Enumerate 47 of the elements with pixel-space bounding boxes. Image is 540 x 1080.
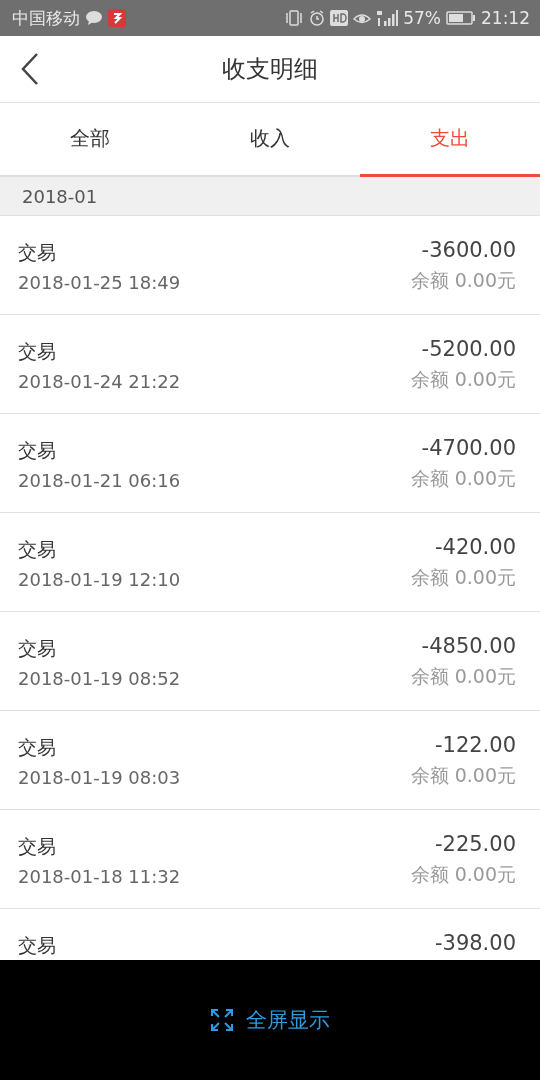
clock-time: 21:12 xyxy=(481,8,530,28)
expand-icon xyxy=(210,1008,234,1032)
transaction-date: 2018-01-19 08:52 xyxy=(18,668,181,689)
balance-text: 余额 0.00元 xyxy=(410,367,516,392)
transaction-date: 2018-01-24 21:22 xyxy=(18,371,181,392)
transaction-date: 2018-01-19 12:10 xyxy=(18,569,181,590)
transaction-amount: -398.00 xyxy=(434,931,516,955)
transaction-amount: -4700.00 xyxy=(421,436,516,460)
transaction-title: 交易 xyxy=(18,240,57,265)
signal-icon xyxy=(376,9,399,27)
balance-text: 余额 0.00元 xyxy=(410,565,516,590)
alarm-clock-icon xyxy=(309,10,326,26)
month-header: 2018-01 xyxy=(0,177,540,216)
balance-text: 余额 0.00元 xyxy=(410,466,516,491)
transaction-title: 交易 xyxy=(18,339,57,364)
transaction-amount: -5200.00 xyxy=(421,337,516,361)
page-title: 收支明细 xyxy=(222,54,318,85)
app-notification-icon xyxy=(108,9,126,27)
transaction-date: 2018-01-19 08:03 xyxy=(18,767,181,788)
tab[interactable]: 收入 xyxy=(180,103,360,177)
battery-percentage: 57% xyxy=(403,8,441,28)
fullscreen-button[interactable]: 全屏显示 xyxy=(206,1002,334,1038)
transaction-title: 交易 xyxy=(18,834,57,859)
balance-text: 余额 0.00元 xyxy=(410,268,516,293)
chat-bubble-icon xyxy=(85,10,103,26)
hd-icon xyxy=(330,10,349,26)
transaction-amount: -3600.00 xyxy=(421,238,516,262)
transaction-amount: -4850.00 xyxy=(421,634,516,658)
carrier-name: 中国移动 xyxy=(12,6,80,30)
back-icon[interactable] xyxy=(20,52,40,86)
balance-text: 余额 0.00元 xyxy=(410,664,516,689)
transaction-amount: -122.00 xyxy=(434,733,516,757)
transaction-date: 2018-01-21 06:16 xyxy=(18,470,181,491)
transaction-amount: -225.00 xyxy=(434,832,516,856)
battery-icon xyxy=(446,11,476,25)
transaction-title: 交易 xyxy=(18,537,57,562)
balance-text: 余额 0.00元 xyxy=(410,862,516,887)
transaction-title: 交易 xyxy=(18,933,56,958)
balance-text: 余额 0.00元 xyxy=(410,763,516,788)
transaction-amount: -420.00 xyxy=(434,535,516,559)
vibrate-icon xyxy=(284,10,305,26)
transaction-date: 2018-01-18 11:32 xyxy=(18,866,181,887)
transaction-title: 交易 xyxy=(18,636,57,661)
tab[interactable]: 全部 xyxy=(0,103,180,177)
transaction-date: 2018-01-25 18:49 xyxy=(18,272,181,293)
transaction-title: 交易 xyxy=(18,438,57,463)
transaction-title: 交易 xyxy=(18,735,57,760)
